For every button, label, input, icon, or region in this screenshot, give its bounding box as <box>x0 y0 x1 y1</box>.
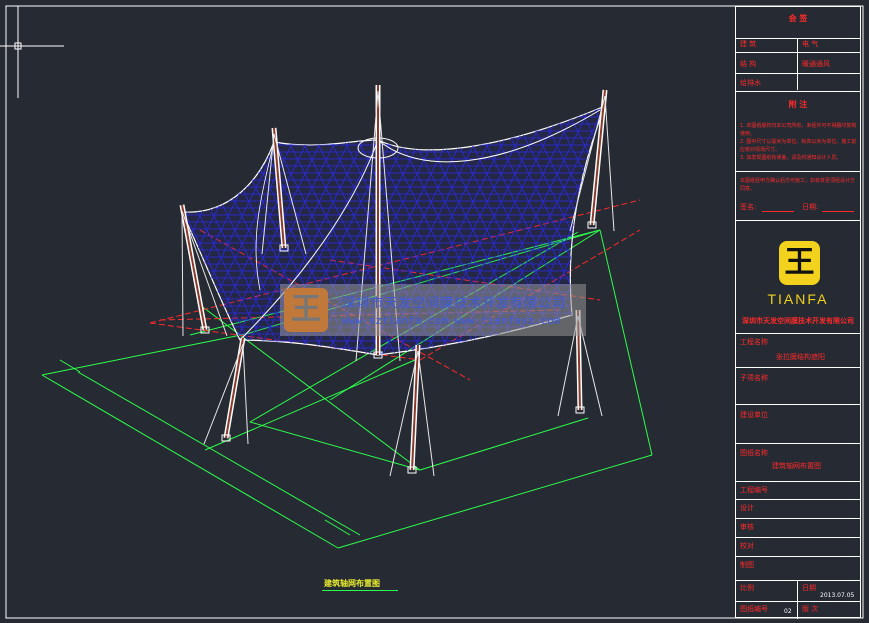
sheet-value: 02 <box>784 608 792 615</box>
ucs-crosshair-icon <box>0 6 64 98</box>
guy-cable <box>604 95 615 232</box>
note-1: 1. 本图纸版权归本公司所有，未经许可不得翻印复制使用。 <box>740 123 857 137</box>
project-label: 工程名称 <box>740 338 768 346</box>
field-0: 工程编号 <box>740 486 768 494</box>
divider <box>736 73 860 74</box>
field-4: 制图 <box>740 561 754 569</box>
guy-cable <box>417 350 435 477</box>
divider <box>736 556 860 557</box>
watermark-url: www.sztianfa.com www.tianfasz.com <box>342 314 561 327</box>
countersign-header: 会 签 <box>788 14 808 23</box>
date-underline <box>822 211 854 212</box>
divider <box>736 580 860 581</box>
divider <box>736 91 860 92</box>
sign-left-0: 建 筑 <box>740 40 757 48</box>
drawing-caption: 建筑轴网布置图 <box>324 579 380 588</box>
caption-underline <box>322 590 398 591</box>
mast-core-4 <box>225 337 244 439</box>
divider <box>797 580 798 619</box>
date-field-label: 日期 <box>802 584 816 592</box>
sign-label: 签名: <box>740 203 757 211</box>
sign-right-0: 电 气 <box>802 40 819 48</box>
sign-underline <box>762 211 794 212</box>
field-2: 审核 <box>740 523 754 531</box>
date-value: 2013.07.05 <box>820 592 855 599</box>
divider <box>736 52 860 53</box>
watermark-company: 深圳市天发空间膜技术开发有限公司 <box>342 296 567 311</box>
unit-label: 建设单位 <box>740 411 768 419</box>
divider <box>736 481 860 482</box>
confirm-text: 本图纸经甲方确认后方可施工，如有变更须经设计方同意。 <box>740 178 856 192</box>
watermark-logo: 王 <box>284 288 328 332</box>
sign-right-1: 暖通通风 <box>802 60 830 68</box>
divider <box>736 333 860 334</box>
divider <box>736 601 860 602</box>
drawing-name-value: 建筑轴网布置图 <box>772 462 821 470</box>
date-label: 日期: <box>802 203 819 211</box>
divider <box>736 367 860 368</box>
guy-cable <box>242 343 249 445</box>
divider <box>797 38 798 90</box>
brand-name: TIANFA <box>767 291 829 307</box>
note-2: 2. 图中尺寸以毫米为单位，标高以米为单位，施工前应核对现场尺寸。 <box>740 139 857 153</box>
divider <box>736 537 860 538</box>
sub-label: 子项名称 <box>740 374 768 382</box>
field-1: 设计 <box>740 504 754 512</box>
scale-label: 比例 <box>740 584 754 592</box>
title-block: 会 签 建 筑 电 气 结 构 暖通通风 给排水 附 注 1. 本图纸版权归本公… <box>735 6 861 619</box>
note-3: 3. 如发现图纸有误差，请及时通知设计人员。 <box>740 155 842 161</box>
divider <box>736 404 860 405</box>
divider <box>736 499 860 500</box>
guy-cable <box>181 210 184 337</box>
notes-title: 附 注 <box>788 100 808 109</box>
watermark: 王 深圳市天发空间膜技术开发有限公司 www.sztianfa.com www.… <box>280 284 586 336</box>
guy-cable <box>203 343 244 445</box>
divider <box>736 443 860 444</box>
sheet-label: 图纸编号 <box>740 605 768 613</box>
drawing-name-label: 图纸名称 <box>740 449 768 457</box>
project-value: 张拉膜结构遮阳 <box>776 353 825 361</box>
divider <box>736 220 860 221</box>
field-3: 校对 <box>740 542 754 550</box>
company-name: 深圳市天发空间膜技术开发有限公司 <box>742 317 854 325</box>
sign-left-2: 给排水 <box>740 79 761 87</box>
divider <box>736 171 860 172</box>
tianfa-logo: 王 <box>779 241 820 285</box>
sign-left-1: 结 构 <box>740 60 757 68</box>
version-label: 版 次 <box>802 605 819 613</box>
logo-glyph: 王 <box>784 245 815 280</box>
divider <box>736 518 860 519</box>
divider <box>736 38 860 39</box>
